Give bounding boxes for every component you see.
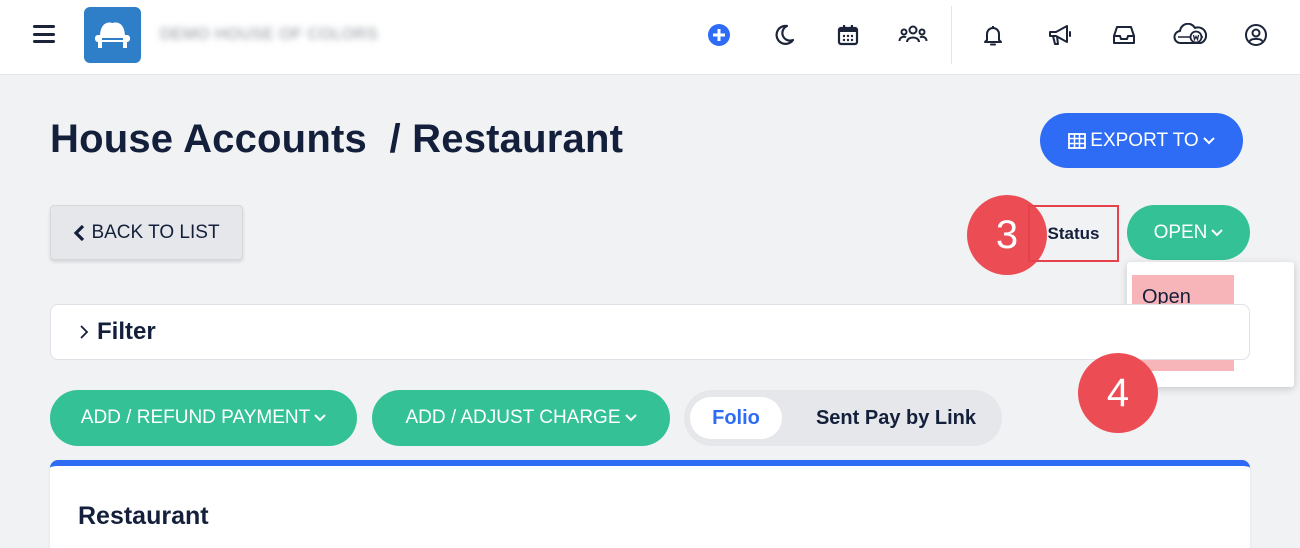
moon-icon[interactable] bbox=[769, 20, 799, 50]
status-selected-value: OPEN bbox=[1153, 221, 1208, 243]
top-bar: DEMO HOUSE OF COLORS bbox=[0, 0, 1300, 75]
restaurant-card: Restaurant bbox=[50, 460, 1250, 548]
status-label: Status bbox=[1028, 205, 1119, 262]
annotation-badge-4: 4 bbox=[1078, 353, 1158, 433]
tab-folio[interactable]: Folio bbox=[690, 397, 782, 439]
chevron-right-icon bbox=[80, 325, 89, 339]
tab-sent-pay-by-link[interactable]: Sent Pay by Link bbox=[796, 397, 996, 439]
add-adjust-charge-button[interactable]: ADD / ADJUST CHARGE bbox=[372, 390, 670, 446]
add-refund-payment-label: ADD / REFUND PAYMENT bbox=[80, 407, 311, 428]
chevron-down-icon bbox=[1211, 228, 1224, 236]
back-to-list-label: BACK TO LIST bbox=[91, 221, 220, 243]
chevron-down-icon bbox=[624, 414, 637, 422]
chevron-left-icon bbox=[74, 224, 85, 241]
megaphone-icon[interactable] bbox=[1045, 20, 1075, 50]
app-logo[interactable] bbox=[84, 7, 141, 63]
user-circle-icon[interactable] bbox=[1241, 20, 1271, 50]
export-to-label: EXPORT TO bbox=[1090, 129, 1199, 151]
chevron-down-icon bbox=[314, 414, 326, 422]
folio-toggle: Folio Sent Pay by Link bbox=[684, 390, 1002, 446]
page-title: House Accounts / Restaurant bbox=[50, 117, 624, 161]
add-adjust-charge-label: ADD / ADJUST CHARGE bbox=[405, 407, 621, 428]
back-to-list-button[interactable]: BACK TO LIST bbox=[50, 205, 243, 260]
status-dropdown-button[interactable]: OPEN bbox=[1127, 205, 1250, 260]
calendar-icon[interactable] bbox=[833, 20, 863, 50]
bell-icon[interactable] bbox=[978, 20, 1008, 50]
cloud-w-icon[interactable] bbox=[1173, 20, 1207, 50]
add-refund-payment-button[interactable]: ADD / REFUND PAYMENT bbox=[50, 390, 357, 446]
organization-name: DEMO HOUSE OF COLORS bbox=[160, 26, 379, 43]
users-icon[interactable] bbox=[898, 20, 928, 50]
filter-panel[interactable]: Filter bbox=[50, 304, 1250, 360]
topbar-divider bbox=[951, 6, 952, 64]
plus-circle-icon[interactable] bbox=[704, 20, 734, 50]
inbox-icon[interactable] bbox=[1109, 20, 1139, 50]
chevron-down-icon bbox=[1202, 136, 1215, 144]
export-to-button[interactable]: EXPORT TO bbox=[1040, 113, 1243, 168]
filter-label: Filter bbox=[97, 318, 156, 345]
card-title: Restaurant bbox=[78, 502, 209, 530]
menu-icon[interactable] bbox=[33, 25, 55, 43]
table-icon bbox=[1068, 132, 1087, 149]
